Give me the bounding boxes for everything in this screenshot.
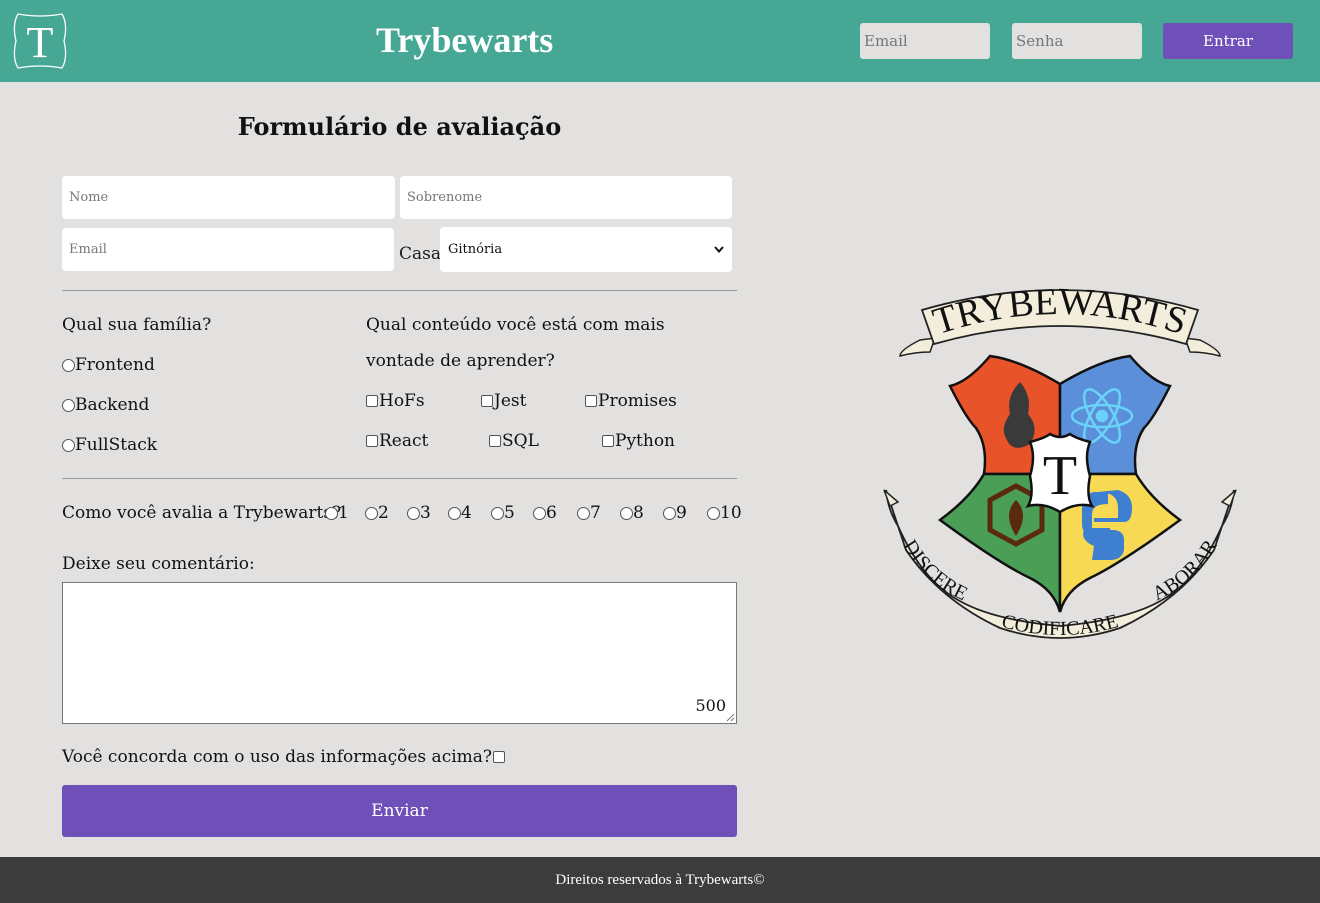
rating-question: Como você avalia a Trybewarts? [62,503,342,523]
top-header: T Trybewarts Entrar [0,0,1320,82]
trybewarts-logo-icon: T [13,13,67,69]
footer-text: Direitos reservados à Trybewarts© [555,872,765,888]
rating-option-6[interactable]: 6 [533,503,557,523]
footer: Direitos reservados à Trybewarts© [0,857,1320,903]
rating-option-7[interactable]: 7 [577,503,601,523]
site-title: Trybewarts [376,20,554,60]
content-option-sql[interactable]: SQL [489,431,539,451]
radio-rating-10[interactable] [707,506,720,520]
rating-option-3[interactable]: 3 [407,503,431,523]
content-question-line1: Qual conteúdo você está com mais [366,315,665,335]
rating-option-1[interactable]: 1 [325,503,349,523]
checkbox-react[interactable] [366,435,378,447]
login-password-input[interactable] [1012,23,1142,59]
content-option-react[interactable]: React [366,431,428,451]
trybewarts-crest-image: TRYBEWARTS T DISCERE CODIFICARE LABORARE [880,278,1237,640]
content-option-hofs[interactable]: HoFs [366,391,425,411]
radio-frontend[interactable] [62,358,75,372]
agreement-row[interactable]: Você concorda com o uso das informações … [62,747,506,767]
content-option-label: Promises [598,391,677,411]
checkbox-hofs[interactable] [366,395,378,407]
char-counter: 500 [695,696,726,715]
lastname-input[interactable] [400,176,732,219]
content-option-label: Jest [494,391,527,411]
rating-option-label: 10 [720,503,742,523]
house-label: Casa [399,244,442,264]
rating-option-label: 7 [590,503,601,523]
divider [62,478,737,479]
divider [62,290,737,291]
rating-option-label: 6 [546,503,557,523]
login-email-input[interactable] [860,23,990,59]
rating-option-label: 3 [420,503,431,523]
rating-option-4[interactable]: 4 [448,503,472,523]
checkbox-promises[interactable] [585,395,597,407]
house-select[interactable]: Gitnória [440,227,732,272]
radio-fullstack[interactable] [62,438,75,452]
center-letter: T [1043,445,1077,507]
family-option-frontend[interactable]: Frontend [62,355,155,375]
checkbox-sql[interactable] [489,435,501,447]
rating-option-10[interactable]: 10 [707,503,742,523]
content-option-label: HoFs [379,391,425,411]
rating-option-label: 1 [338,503,349,523]
rating-option-2[interactable]: 2 [365,503,389,523]
family-option-label: Backend [75,395,150,415]
family-option-label: FullStack [75,435,158,455]
rating-option-8[interactable]: 8 [620,503,644,523]
house-select-value: Gitnória [448,242,503,257]
rating-option-label: 9 [676,503,687,523]
checkbox-python[interactable] [602,435,614,447]
rating-option-label: 5 [504,503,515,523]
radio-rating-4[interactable] [448,506,461,520]
comment-textarea[interactable]: 500 [62,582,737,724]
form-title: Formulário de avaliação [237,112,562,141]
radio-rating-2[interactable] [365,506,378,520]
family-option-fullstack[interactable]: FullStack [62,435,157,455]
resize-handle-icon[interactable] [726,713,735,722]
radio-rating-1[interactable] [325,506,338,520]
logo-letter: T [27,18,54,67]
rating-option-label: 4 [461,503,472,523]
name-input[interactable] [62,176,395,219]
agreement-checkbox[interactable] [493,751,506,763]
motto-left-text: DISCERE [899,536,971,605]
agreement-label: Você concorda com o uso das informações … [62,747,493,767]
rating-option-9[interactable]: 9 [663,503,687,523]
radio-rating-5[interactable] [491,506,504,520]
content-option-python[interactable]: Python [602,431,675,451]
banner-right-tail [1183,337,1221,357]
family-option-backend[interactable]: Backend [62,395,149,415]
chevron-down-icon [714,246,724,253]
banner-top-text: TRYBEWARTS [928,281,1192,343]
ribbon-left-end [883,489,900,508]
content-question-line2: vontade de aprender? [366,351,555,371]
login-button[interactable]: Entrar [1163,23,1293,59]
family-option-label: Frontend [75,355,155,375]
comment-label: Deixe seu comentário: [62,554,255,574]
content-option-promises[interactable]: Promises [585,391,677,411]
radio-rating-8[interactable] [620,506,633,520]
rating-option-label: 8 [633,503,644,523]
rating-option-5[interactable]: 5 [491,503,515,523]
radio-rating-7[interactable] [577,506,590,520]
banner-left-tail [899,337,937,357]
content-option-label: Python [615,431,676,451]
ribbon-right-end [1220,489,1237,508]
submit-button[interactable]: Enviar [62,785,737,837]
radio-backend[interactable] [62,398,75,412]
rating-option-label: 2 [378,503,389,523]
content-option-label: React [379,431,429,451]
checkbox-jest[interactable] [481,395,493,407]
radio-rating-6[interactable] [533,506,546,520]
radio-rating-3[interactable] [407,506,420,520]
content-option-label: SQL [502,431,539,451]
radio-rating-9[interactable] [663,506,676,520]
family-question: Qual sua família? [62,315,212,335]
content-option-jest[interactable]: Jest [481,391,526,411]
email-input[interactable] [62,228,394,271]
